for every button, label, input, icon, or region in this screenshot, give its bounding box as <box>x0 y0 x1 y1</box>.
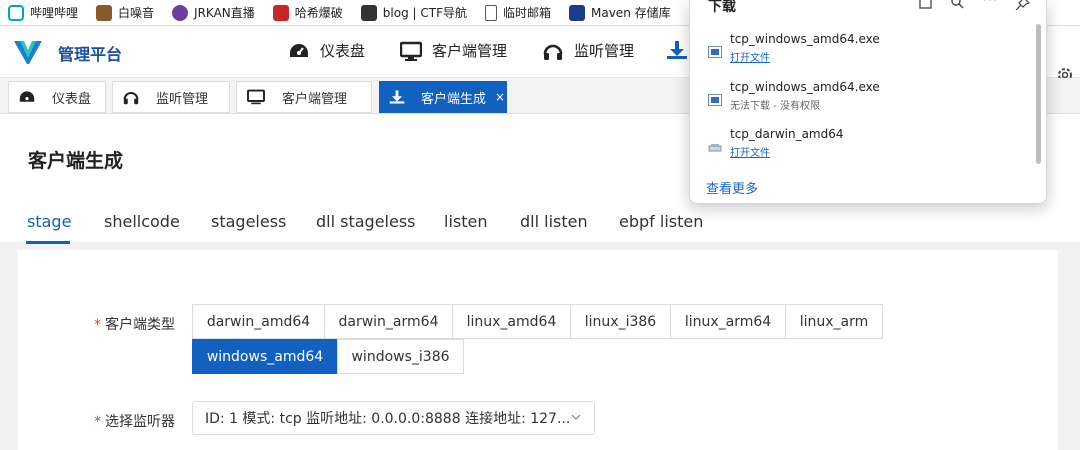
exe-file-icon <box>708 94 722 106</box>
subtab-bar: stage shellcode stageless dll stageless … <box>0 212 1080 242</box>
open-folder-icon[interactable] <box>918 0 934 10</box>
open-file-link[interactable]: 打开文件 <box>730 144 770 159</box>
page-title: 客户端生成 <box>28 150 124 172</box>
client-type-label: * 客户端类型 <box>94 317 175 333</box>
headphones-icon <box>543 44 563 60</box>
bookmark-bilibili[interactable]: 哔哩哔哩 <box>8 4 78 21</box>
more-options-icon[interactable] <box>982 0 998 10</box>
required-mark: * <box>94 317 101 333</box>
subtab-dll-stageless[interactable]: dll stageless <box>316 212 416 231</box>
subtab-active-indicator <box>26 241 70 244</box>
blog-icon <box>360 4 377 21</box>
white-noise-icon <box>96 4 113 21</box>
bookmark-white-noise[interactable]: 白噪音 <box>96 4 154 21</box>
logo-icon <box>14 41 42 64</box>
bilibili-icon <box>8 4 24 21</box>
tab-client-management[interactable]: 客户端管理 <box>236 81 372 113</box>
client-type-option[interactable]: linux_arm <box>785 304 883 339</box>
bookmark-jrkan[interactable]: JRKAN直播 <box>172 4 255 21</box>
exe-file-icon <box>708 46 722 58</box>
listener-label: * 选择监听器 <box>94 414 175 430</box>
open-file-link[interactable]: 打开文件 <box>730 49 770 64</box>
tab-client-generate-label: 客户端生成 <box>421 91 487 107</box>
file-icon <box>708 144 722 152</box>
download-filename: tcp_darwin_amd64 <box>730 127 844 141</box>
dashboard-icon <box>19 91 35 102</box>
monitor-icon <box>400 41 422 61</box>
client-type-option[interactable]: darwin_arm64 <box>324 304 453 339</box>
download-item[interactable]: tcp_windows_amd64.exe 打开文件 <box>690 32 1030 78</box>
subtab-shellcode[interactable]: shellcode <box>104 212 180 231</box>
download-icon <box>389 90 405 104</box>
nav-client-management[interactable]: 客户端管理 <box>400 40 507 61</box>
download-filename: tcp_windows_amd64.exe <box>730 80 880 94</box>
maven-icon <box>569 4 585 21</box>
download-filename: tcp_windows_amd64.exe <box>730 32 880 46</box>
tab-client-generate[interactable]: 客户端生成 × <box>379 81 507 113</box>
downloads-panel: 下载 tcp_windows_amd64.exe 打开文件 tcp_window… <box>689 0 1047 204</box>
required-mark: * <box>94 414 101 430</box>
client-type-option-selected[interactable]: windows_amd64 <box>192 339 338 374</box>
jrkan-icon <box>172 4 189 21</box>
listener-select[interactable]: ID: 1 模式: tcp 监听地址: 0.0.0.0:8888 连接地址: 1… <box>192 401 595 435</box>
downloads-toolbar <box>918 0 1030 10</box>
bookmark-blog[interactable]: blog | CTF导航 <box>360 4 467 21</box>
bookmark-temp-mail[interactable]: 临时邮箱 <box>484 4 551 21</box>
client-type-option[interactable]: windows_i386 <box>337 339 464 374</box>
client-type-option[interactable]: linux_i386 <box>570 304 671 339</box>
brand-title: 管理平台 <box>58 45 123 64</box>
nav-client-management-label: 客户端管理 <box>432 42 508 60</box>
dashboard-icon <box>290 43 308 57</box>
headphones-icon <box>123 91 139 105</box>
subtab-stageless[interactable]: stageless <box>211 212 286 231</box>
downloads-title: 下载 <box>708 0 736 15</box>
listener-select-value: ID: 1 模式: tcp 监听地址: 0.0.0.0:8888 连接地址: 1… <box>205 411 571 427</box>
tab-listener-management-label: 监听管理 <box>156 91 209 107</box>
nav-listener-management-label: 监听管理 <box>574 42 635 60</box>
nav-listener-management[interactable]: 监听管理 <box>542 40 634 61</box>
search-icon[interactable] <box>950 0 966 10</box>
bookmark-maven[interactable]: Maven 存储库 <box>569 4 671 21</box>
chevron-down-icon <box>571 414 581 420</box>
subtab-stage[interactable]: stage <box>27 212 71 231</box>
tab-dashboard-label: 仪表盘 <box>52 91 92 107</box>
tab-close-icon[interactable]: × <box>495 90 505 104</box>
downloads-scrollbar[interactable] <box>1036 24 1041 164</box>
pin-icon[interactable] <box>1014 0 1030 10</box>
subtab-ebpf-listen[interactable]: ebpf listen <box>619 212 703 231</box>
tab-client-management-label: 客户端管理 <box>282 91 348 107</box>
view-more-link[interactable]: 查看更多 <box>706 178 758 197</box>
bookmark-hash-crack[interactable]: 哈希爆破 <box>272 4 343 21</box>
download-error-status: 无法下载 - 没有权限 <box>730 101 820 112</box>
monitor-icon <box>247 89 265 105</box>
nav-dashboard[interactable]: 仪表盘 <box>288 40 365 61</box>
nav-dashboard-label: 仪表盘 <box>320 42 366 60</box>
client-type-option[interactable]: darwin_amd64 <box>192 304 325 339</box>
document-icon <box>484 4 497 21</box>
download-item[interactable]: tcp_darwin_amd64 打开文件 <box>690 127 1030 173</box>
tab-listener-management[interactable]: 监听管理 <box>112 81 230 113</box>
hash-crack-icon <box>272 4 289 21</box>
subtab-listen[interactable]: listen <box>444 212 487 231</box>
client-type-option[interactable]: linux_arm64 <box>670 304 786 339</box>
download-icon <box>667 41 687 59</box>
client-type-option[interactable]: linux_amd64 <box>452 304 571 339</box>
tab-dashboard[interactable]: 仪表盘 <box>8 81 106 113</box>
download-item[interactable]: tcp_windows_amd64.exe 无法下载 - 没有权限 <box>690 80 1030 126</box>
subtab-dll-listen[interactable]: dll listen <box>520 212 588 231</box>
